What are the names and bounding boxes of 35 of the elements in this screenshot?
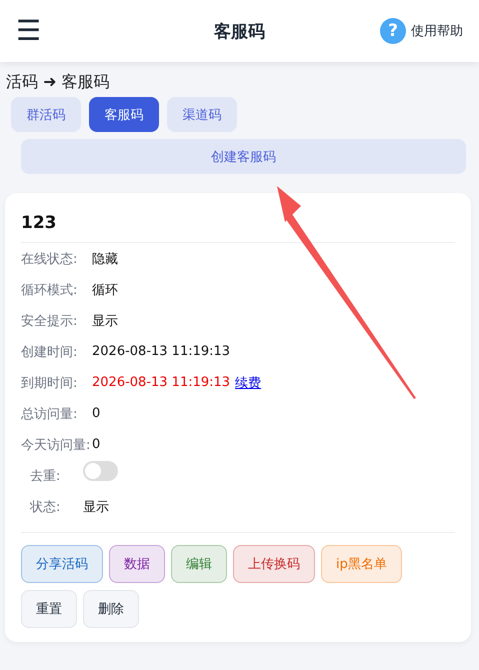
renew-link[interactable]: 续费	[235, 374, 262, 392]
field-value: 显示	[83, 498, 109, 516]
action-button[interactable]: 数据	[109, 545, 165, 583]
field-label: 今天访问量:	[21, 436, 92, 454]
action-button[interactable]: 编辑	[171, 545, 227, 583]
tab[interactable]: 客服码	[89, 97, 159, 132]
breadcrumb: 活码 ➜ 客服码	[6, 72, 111, 93]
action-button[interactable]: 删除	[83, 590, 139, 628]
create-button[interactable]: 创建客服码	[21, 139, 466, 174]
tab[interactable]: 群活码	[11, 97, 81, 132]
field-label: 在线状态:	[21, 250, 78, 268]
field-value: 显示	[92, 312, 118, 330]
field-value: 2026-08-13 11:19:13	[92, 375, 230, 390]
field-value: 2026-08-13 11:19:13	[92, 344, 230, 359]
action-button[interactable]: ip黑名单	[321, 545, 402, 583]
field-label: 安全提示:	[21, 312, 78, 330]
field-label: 总访问量:	[21, 406, 78, 422]
field-label: 循环模式:	[21, 282, 78, 298]
field-label: 创建时间:	[21, 344, 78, 360]
field-label: 到期时间:	[21, 374, 78, 392]
help-link[interactable]: 使用帮助	[411, 22, 463, 40]
toggle-switch[interactable]	[83, 460, 118, 480]
field-value: 0	[92, 437, 100, 452]
field-value: 隐藏	[92, 250, 118, 268]
action-button[interactable]: 重置	[21, 590, 77, 628]
page-title: 客服码	[214, 22, 265, 42]
action-button[interactable]: 分享活码	[21, 545, 103, 583]
menu-icon[interactable]: ☰	[16, 17, 42, 45]
field-label: 去重:	[30, 468, 62, 484]
tab[interactable]: 渠道码	[167, 97, 237, 132]
help-icon[interactable]: ?	[380, 18, 406, 44]
field-value: 0	[92, 406, 100, 421]
action-button[interactable]: 上传换码	[233, 545, 315, 583]
field-value: 循环	[92, 282, 118, 298]
field-label: 状态:	[30, 498, 62, 516]
